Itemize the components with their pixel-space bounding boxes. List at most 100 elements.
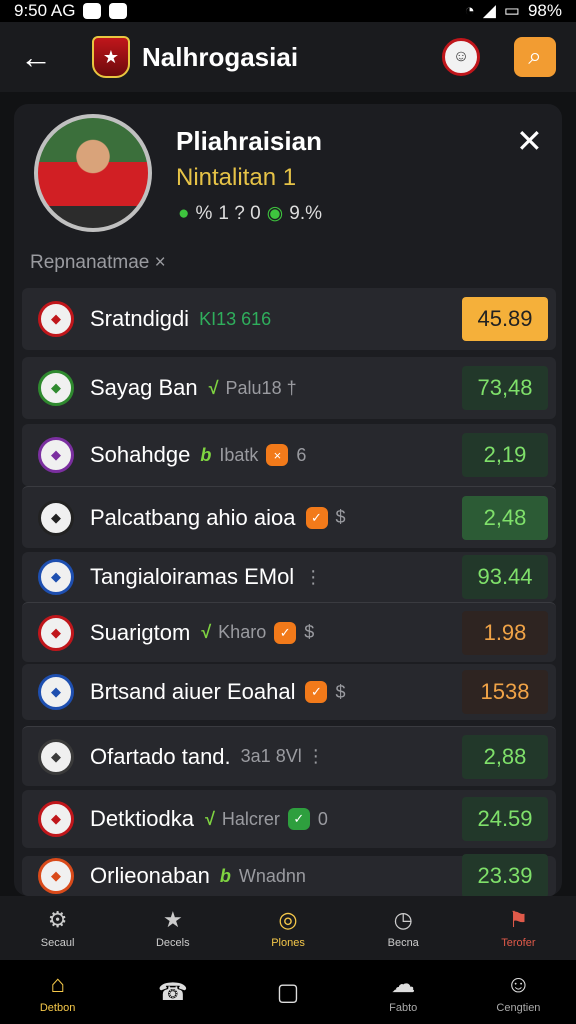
verified-icon: √ bbox=[203, 808, 214, 829]
team-crest-icon: ◆ bbox=[38, 858, 74, 894]
status-bar: 9:50 AG ◔ ◢ ▭ 98% bbox=[0, 0, 576, 22]
signal-icon: ◢ bbox=[482, 1, 496, 20]
match-count: 0 bbox=[317, 808, 328, 829]
odds-button[interactable]: 1538 bbox=[462, 670, 548, 714]
club-badge-icon[interactable]: ☺ bbox=[442, 38, 480, 76]
notification-icon bbox=[83, 3, 102, 19]
bottom-tab-bar: ⚙ Secaul ★ Decels ◎ Plones ◷ Becna ⚑ Terofer bbox=[0, 896, 576, 960]
team-name: Sohahdge bbox=[90, 442, 191, 467]
team-name: Sratndigdi bbox=[90, 306, 190, 331]
sys-nav-item-4[interactable]: ☺ Cengtien bbox=[461, 960, 576, 1024]
match-meta: 3a1 8Vl ⋮ bbox=[241, 746, 325, 767]
match-row[interactable]: ◆ Tangialoiramas EMol ⋮ 93.44 bbox=[22, 552, 556, 602]
battery-icon: ▭ bbox=[503, 1, 520, 20]
team-crest-icon: ◆ bbox=[38, 801, 74, 837]
odds-button[interactable]: 45.89 bbox=[462, 297, 548, 341]
odds-button[interactable]: 23.39 bbox=[462, 854, 548, 898]
odds-button[interactable]: 2,88 bbox=[462, 734, 548, 779]
tab-icon: ★ bbox=[162, 907, 183, 932]
status-tag-icon: ✓ bbox=[274, 621, 297, 644]
tab-plones[interactable]: ◎ Plones bbox=[230, 896, 345, 960]
team-crest-icon: ◆ bbox=[38, 738, 74, 775]
battery-level: 98% bbox=[527, 1, 562, 20]
status-tag-icon: ✓ bbox=[287, 808, 310, 830]
sys-nav-item-0[interactable]: ⌂ Detbon bbox=[0, 960, 115, 1024]
odds-button[interactable]: 24.59 bbox=[462, 797, 548, 841]
sys-nav-icon: ☎ bbox=[157, 978, 188, 1006]
match-row[interactable]: ◆ Brtsand aiuer Eoahal ✓ $1538 bbox=[22, 664, 556, 720]
match-info: Ibatk bbox=[219, 444, 259, 465]
match-info: Palu18 † bbox=[225, 377, 297, 398]
app-header: ← ★ Nalhrogasiai ☺ ⌕ bbox=[0, 22, 576, 92]
odds-button[interactable]: 2,19 bbox=[462, 433, 548, 477]
odds-button[interactable]: 93.44 bbox=[462, 555, 548, 599]
match-info: 3a1 8Vl ⋮ bbox=[240, 746, 325, 766]
back-arrow-icon[interactable]: ← bbox=[20, 39, 64, 76]
sys-nav-item-3[interactable]: ☁ Fabto bbox=[346, 960, 461, 1024]
sys-nav-item-2[interactable]: ▢ bbox=[230, 960, 345, 1024]
brand-logo: ★ bbox=[92, 36, 130, 78]
team-crest-icon: ◆ bbox=[38, 499, 74, 536]
match-row[interactable]: ◆ Ofartado tand. 3a1 8Vl ⋮ 2,88 bbox=[22, 726, 556, 786]
match-meta: KI13 616 bbox=[199, 309, 271, 330]
tab-icon: ⚙ bbox=[47, 907, 68, 932]
search-button[interactable]: ⌕ bbox=[514, 37, 556, 77]
search-icon: ⌕ bbox=[528, 43, 542, 70]
verified-icon: b bbox=[200, 444, 212, 465]
odds-button[interactable]: 73,48 bbox=[462, 366, 548, 410]
sys-nav-icon: ▢ bbox=[276, 978, 300, 1006]
team-name: Tangialoiramas EMol bbox=[90, 564, 295, 589]
player-card: Pliahraisian Nintalitan 1 ● % 1 ? 0 ◉ 9.… bbox=[14, 104, 562, 898]
match-meta: b Ibatk × 6 bbox=[200, 444, 306, 466]
section-label: Repnanatmae × bbox=[30, 252, 166, 273]
tab-decels[interactable]: ★ Decels bbox=[115, 896, 230, 960]
tab-label: Becna bbox=[387, 937, 419, 949]
match-count: 6 bbox=[296, 444, 307, 465]
match-info: Kharo bbox=[218, 622, 267, 642]
stat-ring-icon: ◉ bbox=[266, 203, 284, 224]
player-name: Pliahraisian bbox=[176, 126, 322, 156]
tab-label: Decels bbox=[155, 937, 190, 949]
match-info: ⋮ bbox=[304, 566, 323, 587]
verified-icon: √ bbox=[207, 377, 218, 398]
team-name: Detktiodka bbox=[90, 806, 194, 831]
match-row[interactable]: ◆ Palcatbang ahio aioa ✓ $2,48 bbox=[22, 486, 556, 548]
stat-1: % bbox=[195, 202, 213, 224]
match-row[interactable]: ◆ Sohahdge b Ibatk × 6 2,19 bbox=[22, 424, 556, 486]
sys-nav-label: Cengtien bbox=[496, 1001, 541, 1014]
page-title: Nalhrogasiai bbox=[142, 41, 299, 72]
team-crest-icon: ◆ bbox=[38, 301, 74, 337]
close-icon[interactable]: ✕ bbox=[516, 122, 543, 160]
match-code: KI13 616 bbox=[199, 308, 272, 329]
match-meta: ⋮ bbox=[304, 567, 322, 588]
team-crest-icon: ◆ bbox=[38, 370, 74, 406]
tab-icon: ⚑ bbox=[508, 907, 529, 932]
tab-secaul[interactable]: ⚙ Secaul bbox=[0, 896, 115, 960]
team-crest-icon: ◆ bbox=[38, 614, 74, 651]
sys-nav-icon: ☁ bbox=[391, 971, 416, 998]
match-row[interactable]: ◆ Orlieonaban b Wnadnn 23.39 bbox=[22, 854, 556, 898]
stat-3: 9.% bbox=[289, 202, 322, 224]
wifi-icon: ◔ bbox=[464, 1, 475, 20]
tab-terofer[interactable]: ⚑ Terofer bbox=[461, 896, 576, 960]
tab-becna[interactable]: ◷ Becna bbox=[346, 896, 461, 960]
team-crest-icon: ◆ bbox=[38, 559, 74, 595]
tab-label: Terofer bbox=[501, 937, 536, 949]
player-stats: ● % 1 ? 0 ◉ 9.% bbox=[178, 202, 322, 225]
sys-nav-item-1[interactable]: ☎ bbox=[115, 960, 230, 1024]
sys-nav-label: Fabto bbox=[389, 1002, 418, 1014]
match-info: Wnadnn bbox=[238, 865, 306, 886]
match-row[interactable]: ◆ Sratndigdi KI13 616 45.89 bbox=[22, 288, 556, 350]
player-avatar bbox=[34, 114, 152, 232]
odds-button[interactable]: 2,48 bbox=[462, 495, 548, 540]
odds-button[interactable]: 1.98 bbox=[462, 610, 548, 655]
match-row[interactable]: ◆ Sayag Ban √ Palu18 † 73,48 bbox=[22, 357, 556, 419]
team-crest-icon: ◆ bbox=[38, 674, 74, 710]
match-info: Halcrer bbox=[221, 808, 280, 829]
sys-nav-label: Detbon bbox=[39, 1001, 76, 1014]
match-meta: b Wnadnn bbox=[220, 866, 306, 887]
match-row[interactable]: ◆ Detktiodka √ Halcrer ✓ 0 24.59 bbox=[22, 790, 556, 848]
match-meta: √ Kharo ✓ $ bbox=[200, 621, 314, 644]
match-row[interactable]: ◆ Suarigtom √ Kharo ✓ $1.98 bbox=[22, 602, 556, 662]
stat-2: 1 ? 0 bbox=[218, 202, 261, 224]
